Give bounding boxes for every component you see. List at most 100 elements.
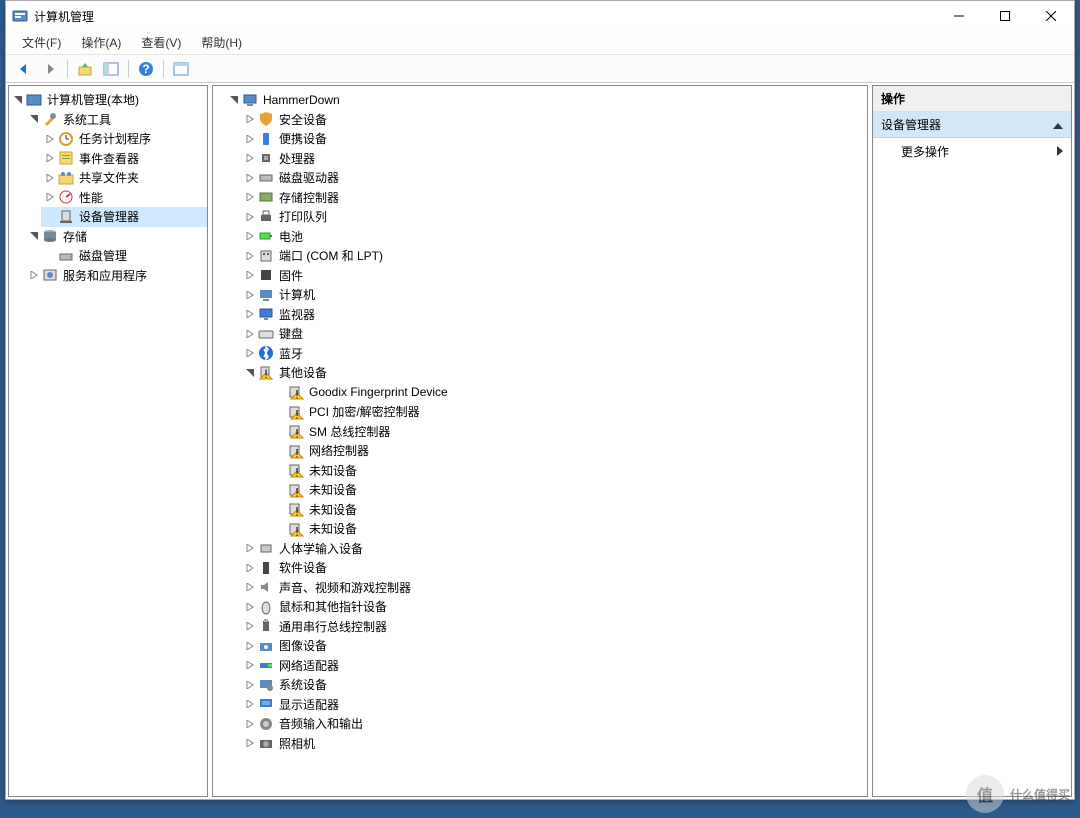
maximize-button[interactable] [982,1,1028,31]
device-storage_controllers[interactable]: 存储控制器 [241,188,867,208]
tree-performance[interactable]: 性能 [41,188,207,208]
tree-device-manager[interactable]: 设备管理器 [41,207,207,227]
device-batteries[interactable]: 电池 [241,227,867,247]
tree-shared-folders[interactable]: 共享文件夹 [41,168,207,188]
expand-icon[interactable] [243,112,257,126]
cpu-icon [258,150,274,166]
device-ports[interactable]: 端口 (COM 和 LPT) [241,246,867,266]
device-system_devices[interactable]: 系统设备 [241,675,867,695]
device-portable_devices[interactable]: 便携设备 [241,129,867,149]
device-goodix[interactable]: !Goodix Fingerprint Device [241,383,867,403]
expand-icon[interactable] [243,658,257,672]
device-monitors[interactable]: 监视器 [241,305,867,325]
expand-icon[interactable] [243,288,257,302]
actions-section[interactable]: 设备管理器 [873,112,1071,138]
device-sm_bus[interactable]: !SM 总线控制器 [241,422,867,442]
expand-icon[interactable] [243,717,257,731]
show-hide-tree-button[interactable] [99,57,123,81]
device-net_controller[interactable]: !网络控制器 [241,441,867,461]
tree-event-viewer[interactable]: 事件查看器 [41,149,207,169]
device-security_devices[interactable]: 安全设备 [241,110,867,130]
device-computer[interactable]: 计算机 [241,285,867,305]
expand-icon[interactable] [243,619,257,633]
menu-view[interactable]: 查看(V) [131,31,191,54]
expand-icon[interactable] [243,346,257,360]
back-button[interactable] [12,57,36,81]
expand-icon[interactable] [243,268,257,282]
tree-task-scheduler[interactable]: 任务计划程序 [41,129,207,149]
expand-icon[interactable] [243,249,257,263]
expand-icon[interactable] [243,600,257,614]
device-root[interactable]: HammerDown [225,90,867,110]
tree-label: 图像设备 [277,636,329,655]
close-button[interactable] [1028,1,1074,31]
expand-icon[interactable] [243,190,257,204]
expand-icon[interactable] [243,678,257,692]
device-network_adapters[interactable]: 网络适配器 [241,656,867,676]
svg-text:!: ! [295,388,298,401]
expand-icon[interactable] [243,132,257,146]
expand-icon[interactable] [243,151,257,165]
expand-icon[interactable] [243,541,257,555]
expand-icon[interactable] [27,268,41,282]
device-software_devices[interactable]: 软件设备 [241,558,867,578]
expand-icon[interactable] [43,151,57,165]
forward-button[interactable] [38,57,62,81]
menu-help[interactable]: 帮助(H) [191,31,252,54]
expand-icon[interactable] [243,736,257,750]
collapse-icon[interactable] [227,93,241,107]
device-print_queues[interactable]: 打印队列 [241,207,867,227]
tree-root-computer-mgmt[interactable]: 计算机管理(本地) [9,90,207,110]
expand-icon[interactable] [243,561,257,575]
collapse-icon[interactable] [27,112,41,126]
properties-button[interactable] [169,57,193,81]
collapse-icon[interactable] [11,93,25,107]
device-unknown2[interactable]: !未知设备 [241,480,867,500]
expand-icon[interactable] [243,327,257,341]
device-firmware[interactable]: 固件 [241,266,867,286]
device-bluetooth[interactable]: 蓝牙 [241,344,867,364]
menu-file[interactable]: 文件(F) [12,31,71,54]
device-other_devices[interactable]: !其他设备 [241,363,867,383]
tree-disk-mgmt[interactable]: 磁盘管理 [41,246,207,266]
expand-icon[interactable] [243,229,257,243]
tree-services-apps[interactable]: 服务和应用程序 [25,266,207,286]
device-unknown1[interactable]: !未知设备 [241,461,867,481]
tree-storage[interactable]: 存储 [25,227,207,247]
device-usb[interactable]: 通用串行总线控制器 [241,617,867,637]
device-disk_drives[interactable]: 磁盘驱动器 [241,168,867,188]
help-button[interactable]: ? [134,57,158,81]
tree-label: 服务和应用程序 [61,266,149,285]
menu-action[interactable]: 操作(A) [71,31,131,54]
expand-icon[interactable] [243,307,257,321]
device-imaging[interactable]: 图像设备 [241,636,867,656]
device-pci_crypto[interactable]: !PCI 加密/解密控制器 [241,402,867,422]
expand-icon[interactable] [243,639,257,653]
expand-icon[interactable] [43,132,57,146]
device-audio_io[interactable]: 音频输入和输出 [241,714,867,734]
expand-icon[interactable] [43,190,57,204]
expand-icon[interactable] [243,580,257,594]
watermark: 值 什么值得买 [966,775,1070,813]
expand-icon[interactable] [243,697,257,711]
actions-more[interactable]: 更多操作 [873,138,1071,165]
expand-icon[interactable] [243,171,257,185]
tree-system-tools[interactable]: 系统工具 [25,110,207,130]
device-display_adapters[interactable]: 显示适配器 [241,695,867,715]
device-hid[interactable]: 人体学输入设备 [241,539,867,559]
expand-icon[interactable] [43,171,57,185]
device-processors[interactable]: 处理器 [241,149,867,169]
device-mice[interactable]: 鼠标和其他指针设备 [241,597,867,617]
warnitem-icon: ! [288,521,304,537]
device-unknown3[interactable]: !未知设备 [241,500,867,520]
device-sound_video_game[interactable]: 声音、视频和游戏控制器 [241,578,867,598]
device-keyboards[interactable]: 键盘 [241,324,867,344]
collapse-icon[interactable] [27,229,41,243]
expand-icon[interactable] [243,210,257,224]
collapse-icon[interactable] [243,366,257,380]
minimize-button[interactable] [936,1,982,31]
device-unknown4[interactable]: !未知设备 [241,519,867,539]
device-cameras[interactable]: 照相机 [241,734,867,754]
toolbar-separator [128,60,129,78]
up-button[interactable] [73,57,97,81]
